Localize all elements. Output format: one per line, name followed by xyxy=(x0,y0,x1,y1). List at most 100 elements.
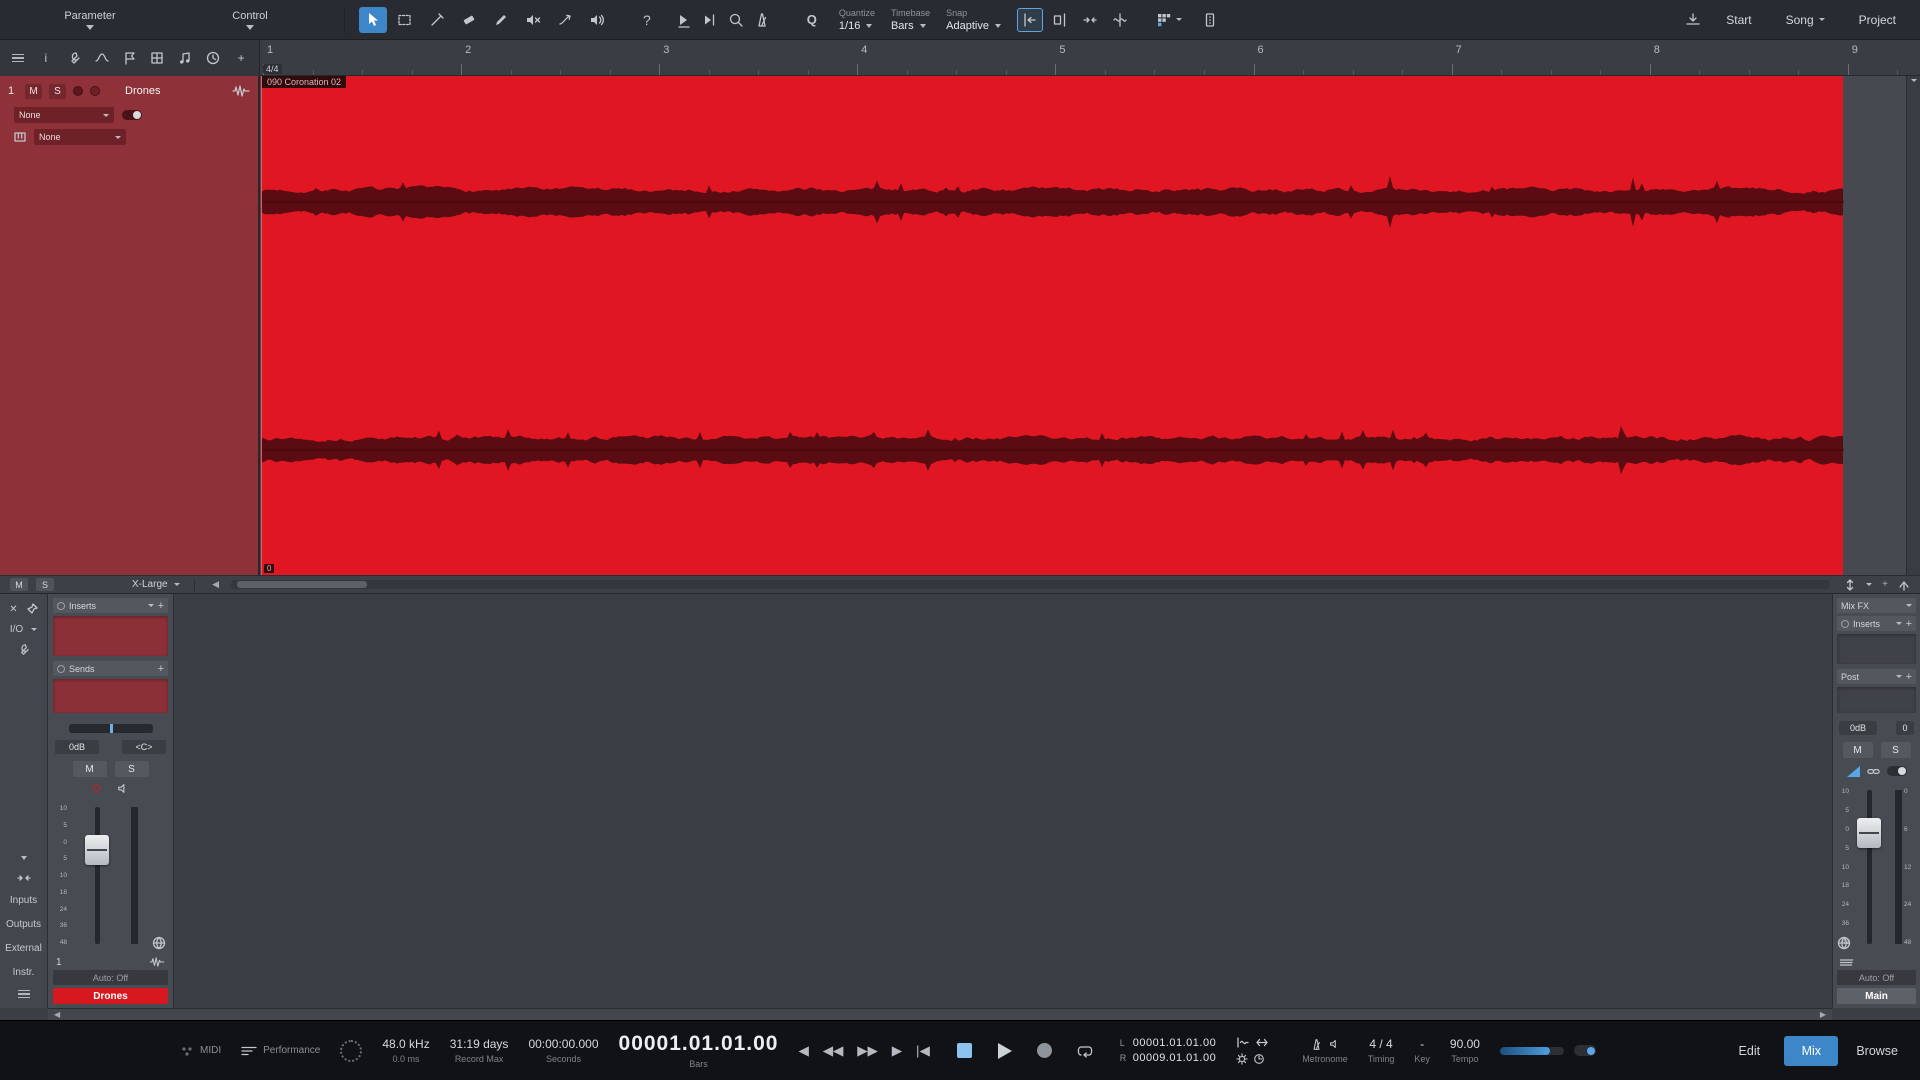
channel-pan-value[interactable]: <C> xyxy=(122,740,166,754)
mute-tool-button[interactable] xyxy=(519,7,547,33)
arrow-tool-button[interactable] xyxy=(359,7,387,33)
channel-gain-value[interactable]: 0dB xyxy=(55,740,99,754)
link-icon[interactable] xyxy=(1867,767,1880,776)
console-inputs-button[interactable]: Inputs xyxy=(10,888,37,912)
globe-knob-icon[interactable] xyxy=(1837,936,1851,950)
master-inserts-slot-area[interactable] xyxy=(1837,634,1916,664)
power-icon[interactable] xyxy=(1841,620,1849,628)
meter-mode-icon[interactable] xyxy=(1847,766,1860,777)
inserts-slot-area[interactable] xyxy=(53,616,168,656)
horizontal-scrollbar[interactable] xyxy=(231,580,1831,589)
help-button[interactable]: ? xyxy=(637,12,657,28)
master-gain-value[interactable]: 0dB xyxy=(1839,721,1877,735)
range-tool-button[interactable] xyxy=(391,7,419,33)
fader-handle[interactable] xyxy=(1857,818,1881,848)
snap-to-bar-button[interactable] xyxy=(1047,8,1073,32)
scrollbar-thumb[interactable] xyxy=(237,581,367,588)
fader-handle[interactable] xyxy=(85,835,109,865)
rewind-button[interactable]: ◀◀ xyxy=(823,1043,844,1059)
timebase-value-dropdown[interactable]: Bars xyxy=(891,20,930,32)
fader-track[interactable] xyxy=(1867,790,1872,944)
track-input-dropdown[interactable]: None xyxy=(14,107,114,123)
eraser-tool-button[interactable] xyxy=(455,7,483,33)
timeline-ruler[interactable]: 123456789 4/4 xyxy=(260,40,1920,76)
return-to-zero-button[interactable]: |◀ xyxy=(916,1043,930,1059)
gear-icon[interactable] xyxy=(1236,1053,1248,1065)
event-gain-badge[interactable]: 0 xyxy=(264,564,274,573)
browse-view-button[interactable]: Browse xyxy=(1846,1036,1908,1066)
sends-header[interactable]: Sends + xyxy=(53,661,168,676)
time-display-button[interactable] xyxy=(201,46,225,70)
narrow-channels-button[interactable] xyxy=(0,868,47,888)
channel-name-label[interactable]: Drones xyxy=(53,988,168,1004)
play-from-cursor-button[interactable] xyxy=(697,7,723,33)
nav-project-button[interactable]: Project xyxy=(1845,7,1910,33)
main-time-display[interactable]: 00001.01.01.00 Bars xyxy=(619,1032,779,1069)
automation-button[interactable] xyxy=(90,46,114,70)
mixfx-header[interactable]: Mix FX xyxy=(1837,598,1916,613)
listen-tool-button[interactable] xyxy=(583,7,611,33)
secondary-time-cell[interactable]: 00:00:00.000 Seconds xyxy=(528,1037,598,1064)
io-dropdown[interactable]: I/O xyxy=(0,619,47,639)
marker-button[interactable] xyxy=(118,46,142,70)
stop-button[interactable] xyxy=(950,1038,980,1064)
track-mute-button[interactable]: M xyxy=(25,84,42,99)
snap-value-dropdown[interactable]: Adaptive xyxy=(946,20,1001,32)
next-marker-button[interactable]: ▶ xyxy=(892,1043,902,1059)
control-dropdown[interactable]: Control xyxy=(170,3,330,37)
input-monitor-toggle[interactable] xyxy=(122,110,142,120)
inspector-button[interactable]: i xyxy=(34,46,58,70)
snap-zero-crossing-button[interactable] xyxy=(1107,8,1133,32)
paint-tool-button[interactable] xyxy=(487,7,515,33)
master-name-label[interactable]: Main xyxy=(1837,988,1916,1004)
monitor-button[interactable] xyxy=(90,86,100,96)
precount-icon[interactable] xyxy=(1253,1053,1265,1065)
parameter-dropdown[interactable]: Parameter xyxy=(10,3,170,37)
nav-song-button[interactable]: Song xyxy=(1772,7,1839,33)
bend-tool-button[interactable] xyxy=(551,7,579,33)
sends-slot-area[interactable] xyxy=(53,679,168,713)
chevron-down-icon[interactable] xyxy=(1866,583,1872,586)
track-name[interactable]: Drones xyxy=(125,85,225,97)
notes-button[interactable] xyxy=(173,46,197,70)
console-menu-button[interactable] xyxy=(0,984,47,1004)
performance-indicator[interactable]: Performance xyxy=(241,1045,320,1057)
time-signature-badge[interactable]: 4/4 xyxy=(263,64,282,74)
play-button[interactable] xyxy=(990,1038,1020,1064)
tempo-cell[interactable]: 90.00 Tempo xyxy=(1450,1037,1480,1064)
close-console-button[interactable]: ✕ xyxy=(9,604,17,615)
record-button[interactable] xyxy=(1030,1038,1060,1064)
quantize-value-dropdown[interactable]: 1/16 xyxy=(839,20,875,32)
vertical-scrollbar[interactable] xyxy=(1906,76,1920,575)
metronome-toolbar-button[interactable] xyxy=(749,7,775,33)
global-mute-indicator[interactable]: M xyxy=(10,578,28,591)
zoom-vertical-icon[interactable] xyxy=(1844,579,1856,591)
snap-relative-button[interactable] xyxy=(1077,8,1103,32)
pin-icon[interactable] xyxy=(26,603,38,615)
record-arm-icon[interactable] xyxy=(92,784,101,793)
wrench-icon[interactable] xyxy=(17,643,30,656)
arrangement-area[interactable]: 090 Coronation 02 0 xyxy=(260,76,1920,575)
track-solo-button[interactable]: S xyxy=(49,84,66,99)
input-quantize-button[interactable]: Q xyxy=(801,12,823,27)
monitor-speaker-icon[interactable] xyxy=(117,783,129,794)
track-setup-button[interactable] xyxy=(62,46,86,70)
autopunch-icon[interactable] xyxy=(1255,1037,1269,1048)
post-header[interactable]: Post + xyxy=(1837,669,1916,684)
master-solo-button[interactable]: S xyxy=(1881,742,1911,758)
output-toggle[interactable] xyxy=(1574,1045,1596,1056)
zoom-in-button[interactable]: + xyxy=(1882,579,1888,590)
inserts-header[interactable]: Inserts + xyxy=(53,598,168,613)
add-send-button[interactable]: + xyxy=(158,665,164,673)
master-automation-mode-button[interactable]: Auto: Off xyxy=(1837,970,1916,985)
notifications-tray-button[interactable] xyxy=(1680,7,1706,33)
meter-toggle[interactable] xyxy=(1887,766,1907,776)
power-icon[interactable] xyxy=(57,665,65,673)
split-tool-button[interactable] xyxy=(423,7,451,33)
scroll-left-button[interactable]: ◀ xyxy=(209,579,223,590)
preroll-icon[interactable] xyxy=(1236,1037,1250,1048)
track-instrument-dropdown[interactable]: None xyxy=(34,129,126,145)
scroll-left-button[interactable]: ◀ xyxy=(54,1010,60,1019)
key-cell[interactable]: - Key xyxy=(1414,1037,1430,1064)
channel-mute-button[interactable]: M xyxy=(73,761,107,777)
